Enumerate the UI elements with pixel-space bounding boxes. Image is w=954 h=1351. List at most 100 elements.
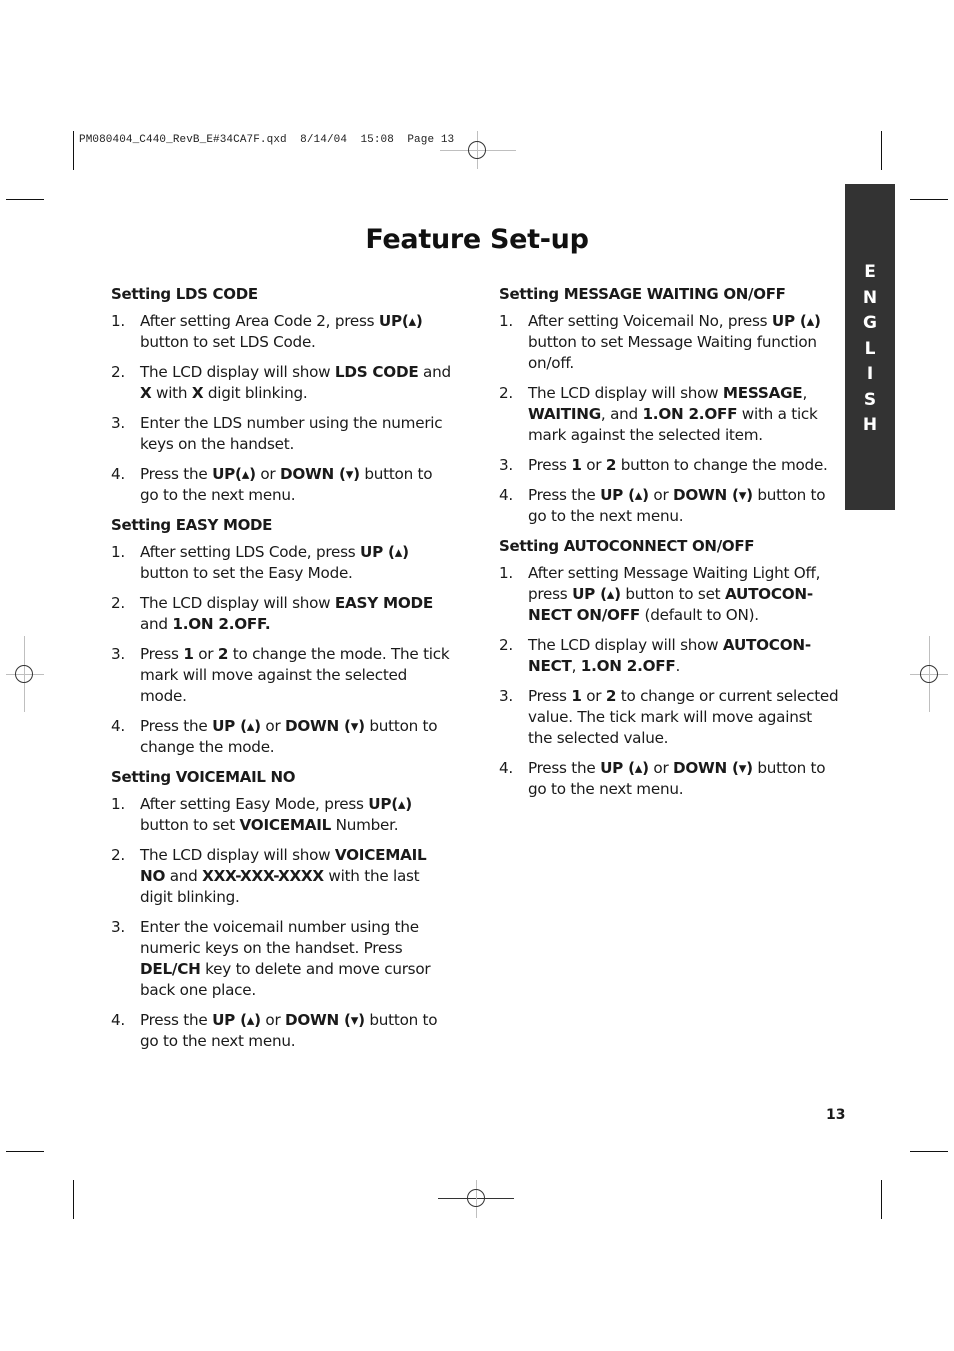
section-heading: Setting AUTOCONNECT ON/OFF	[499, 537, 755, 555]
instruction-section: Setting VOICEMAIL NO 1. After setting Easy…	[111, 767, 451, 1052]
step-text-bold: UP (▴)	[572, 585, 621, 603]
step-text: Enter the voicemail number using the num…	[140, 918, 419, 957]
step-number: 1.	[499, 312, 513, 330]
step-text-bold: UP (▴)	[600, 759, 649, 777]
language-tab-letter: L	[864, 338, 876, 359]
step-text: button to set the Easy Mode.	[140, 564, 353, 582]
language-tab-label: ENGLISH	[845, 260, 895, 439]
step-number: 4.	[111, 1011, 125, 1029]
step-number: 1.	[111, 795, 125, 813]
step-text-bold: 2	[605, 687, 617, 705]
step-number: 2.	[111, 363, 125, 381]
step-text: with	[151, 384, 192, 402]
step-text: Press the	[140, 717, 213, 735]
step-text: button to set Message Waiting function o…	[528, 333, 817, 372]
step-text: After setting LDS Code, press	[140, 543, 360, 561]
step-text: button to set LDS Code.	[140, 333, 316, 351]
step-text: or	[260, 1011, 286, 1029]
step-text: The LCD display will show	[140, 846, 335, 864]
step-text: and	[165, 867, 203, 885]
step-text-bold: 1	[571, 687, 582, 705]
instruction-section: Setting EASY MODE 1. After setting LDS Cod…	[111, 515, 451, 758]
crop-mark	[73, 131, 74, 170]
step-text-bold: DOWN (▾)	[285, 1011, 365, 1029]
step-text-bold: UP(▴)	[368, 795, 412, 813]
step-text-bold: 2	[217, 645, 229, 663]
instruction-step: 3. Press 1 or 2 to change the mode. The t…	[111, 644, 451, 707]
language-tab: ENGLISH	[845, 184, 895, 510]
step-text-bold: WAITING	[528, 405, 601, 423]
instruction-step: 1. After setting Easy Mode, press UP(▴) b…	[111, 794, 451, 836]
step-text-bold: UP (▴)	[212, 717, 261, 735]
instruction-step: 3. Press 1 or 2 button to change the mode…	[499, 455, 839, 476]
step-text-bold: 1.ON 2.OFF	[642, 405, 738, 423]
step-text: and	[140, 615, 173, 633]
language-tab-letter: H	[862, 415, 878, 435]
step-text: or	[581, 456, 606, 474]
step-text: or	[193, 645, 218, 663]
step-text: Press the	[528, 486, 601, 504]
step-text: Press the	[140, 1011, 213, 1029]
instruction-step: 1. After setting Message Waiting Light Of…	[499, 563, 839, 626]
step-text: Press	[140, 645, 184, 663]
step-text-bold: 1.ON 2.OFF	[580, 657, 676, 675]
step-text-bold: DOWN (▾)	[280, 465, 360, 483]
step-text-bold: DOWN (▾)	[673, 486, 753, 504]
instruction-step: 1. After setting Voicemail No, press UP (…	[499, 311, 839, 374]
step-text: button to set	[140, 816, 240, 834]
step-number: 4.	[499, 486, 513, 504]
step-text: The LCD display will show	[140, 594, 335, 612]
step-number: 3.	[499, 456, 513, 474]
step-text: ,	[571, 657, 581, 675]
step-text: or	[648, 486, 674, 504]
step-text: or	[648, 759, 674, 777]
instruction-step: 3. Enter the LDS number using the numeric…	[111, 413, 451, 455]
step-text-bold: 1.ON 2.OFF.	[172, 615, 271, 633]
step-number: 4.	[111, 465, 125, 483]
step-number: 1.	[499, 564, 513, 582]
step-text: The LCD display will show	[528, 384, 723, 402]
step-text: ,	[802, 384, 808, 402]
step-text: After setting Easy Mode, press	[140, 795, 369, 813]
step-text-bold: DOWN (▾)	[673, 759, 753, 777]
step-text-bold: UP(▴)	[212, 465, 256, 483]
step-text-bold: VOICEMAIL	[239, 816, 332, 834]
instruction-step: 1. After setting Area Code 2, press UP(▴)…	[111, 311, 451, 353]
step-text: Enter the LDS number using the numeric k…	[140, 414, 443, 453]
step-number: 3.	[111, 414, 125, 432]
section-heading: Setting EASY MODE	[111, 516, 273, 534]
right-column: Setting MESSAGE WAITING ON/OFF 1. After se…	[499, 284, 839, 809]
instruction-section: Setting AUTOCONNECT ON/OFF 1. After settin…	[499, 536, 839, 800]
step-text-bold: X	[191, 384, 204, 402]
language-tab-letter: N	[862, 287, 878, 308]
step-text-bold: UP (▴)	[360, 543, 409, 561]
page-title: Feature Set-up	[365, 224, 589, 255]
instruction-step: 1. After setting LDS Code, press UP (▴) b…	[111, 542, 451, 584]
step-number: 3.	[111, 645, 125, 663]
instruction-step: 2. The LCD display will show AUTOCON-NECT…	[499, 635, 839, 677]
step-number: 1.	[111, 312, 125, 330]
step-text: button to set	[620, 585, 725, 603]
crop-mark	[6, 199, 44, 200]
crop-mark	[881, 131, 882, 170]
crop-mark	[73, 1180, 74, 1219]
step-text: (default to ON).	[639, 606, 760, 624]
step-text: , and	[600, 405, 643, 423]
step-number: 2.	[499, 384, 513, 402]
instruction-section: Setting MESSAGE WAITING ON/OFF 1. After se…	[499, 284, 839, 527]
step-text-bold: UP (▴)	[771, 312, 821, 330]
section-heading: Setting LDS CODE	[111, 285, 258, 303]
step-number: 3.	[111, 918, 125, 936]
step-text-bold: LDS CODE	[334, 363, 419, 381]
step-text: or	[581, 687, 606, 705]
step-text: After setting Voicemail No, press	[528, 312, 772, 330]
step-text: button to change the mode.	[616, 456, 828, 474]
print-slug: PM080404_C440_RevB_E#34CA7F.qxd 8/14/04 …	[79, 134, 455, 146]
step-text: .	[675, 657, 681, 675]
instruction-section: Setting LDS CODE 1. After setting Area Cod…	[111, 284, 451, 506]
step-text: Press	[528, 456, 572, 474]
instruction-step: 4. Press the UP (▴) or DOWN (▾) button to…	[111, 716, 451, 758]
step-text: The LCD display will show	[140, 363, 335, 381]
step-text-bold: UP(▴)	[378, 312, 423, 330]
step-text: The LCD display will show	[528, 636, 723, 654]
